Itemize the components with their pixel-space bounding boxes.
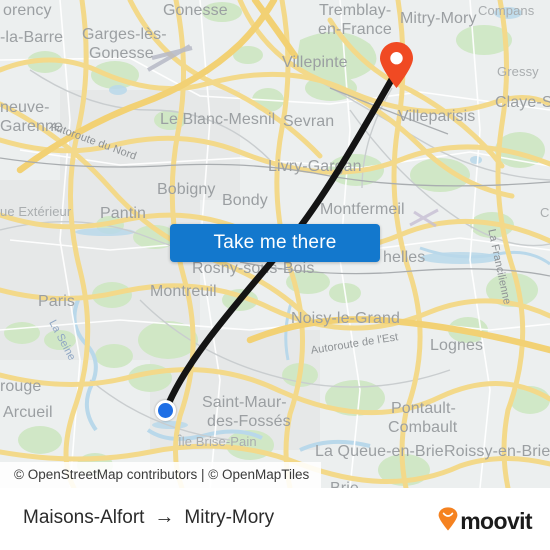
moovit-wordmark: moovit bbox=[460, 508, 532, 534]
footer-bar: Maisons-Alfort → Mitry-Mory moovit bbox=[0, 488, 550, 550]
moovit-pin-icon bbox=[438, 507, 458, 536]
map-canvas[interactable]: orency Gonesse Tremblay-en-France Mitry-Mor… bbox=[0, 0, 550, 488]
destination-marker[interactable] bbox=[378, 41, 415, 89]
take-me-there-button[interactable]: Take me there bbox=[170, 224, 380, 262]
trip-destination: Mitry-Mory bbox=[184, 506, 275, 528]
origin-marker[interactable] bbox=[155, 400, 176, 421]
map-pin-icon bbox=[380, 42, 413, 88]
map-attribution: © OpenStreetMap contributors | © OpenMap… bbox=[0, 462, 322, 488]
arrow-right-icon: → bbox=[154, 506, 175, 528]
moovit-logo[interactable]: moovit bbox=[438, 507, 533, 536]
trip-summary: Maisons-Alfort → Mitry-Mory bbox=[23, 506, 274, 529]
trip-origin: Maisons-Alfort bbox=[23, 506, 145, 528]
moovit-map-page: orency Gonesse Tremblay-en-France Mitry-Mor… bbox=[0, 0, 550, 550]
